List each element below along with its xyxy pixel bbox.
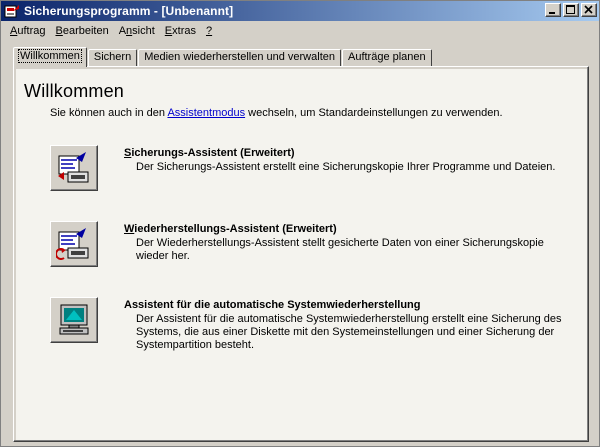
menu-bearbeiten[interactable]: Bearbeiten [50, 23, 113, 40]
menu-extras[interactable]: Extras [160, 23, 201, 40]
minimize-icon [549, 12, 555, 14]
restore-wizard-icon [56, 228, 89, 260]
restore-wizard-title[interactable]: Wiederherstellungs-Assistent (Erweitert) [124, 223, 337, 235]
backup-app-icon [4, 3, 20, 19]
backup-wizard-description: Der Sicherungs-Assistent erstellt eine S… [136, 161, 556, 173]
page-title: Willkommen [24, 81, 125, 101]
system-recovery-button[interactable] [50, 297, 98, 343]
close-icon [584, 5, 593, 14]
intro-text: Sie können auch in den Assistentmodus we… [50, 107, 503, 119]
restore-wizard-button[interactable] [50, 221, 98, 267]
tab-sichern[interactable]: Sichern [87, 49, 138, 66]
minimize-button[interactable] [545, 3, 561, 17]
tab-medien[interactable]: Medien wiederherstellen und verwalten [138, 49, 341, 66]
main-window: Sicherungsprogramm - [Unbenannt] Auftrag… [0, 0, 600, 447]
tab-auftraege[interactable]: Aufträge planen [341, 49, 432, 66]
maximize-button[interactable] [563, 3, 579, 17]
backup-wizard-title[interactable]: Sicherungs-Assistent (Erweitert) [124, 147, 295, 159]
tab-willkommen[interactable]: Willkommen [13, 47, 87, 67]
menu-bar: Auftrag Bearbeiten Ansicht Extras ? [1, 22, 599, 41]
option-restore-wizard: Wiederherstellungs-Assistent (Erweitert)… [50, 221, 580, 273]
tab-strip: Willkommen Sichern Medien wiederherstell… [13, 47, 433, 67]
backup-wizard-icon [58, 152, 89, 183]
welcome-page: Willkommen Sie können auch in den Assist… [16, 69, 587, 440]
close-button[interactable] [581, 3, 597, 17]
tab-panel: Willkommen Sie können auch in den Assist… [13, 66, 589, 442]
option-backup-wizard: Sicherungs-Assistent (Erweitert) Der Sic… [50, 145, 580, 197]
system-recovery-description: Der Assistent für die automatische Syste… [136, 313, 562, 351]
system-recovery-title[interactable]: Assistent für die automatische Systemwie… [124, 299, 420, 311]
menu-help[interactable]: ? [201, 23, 217, 40]
assistant-mode-link[interactable]: Assistentmodus [167, 107, 245, 119]
menu-ansicht[interactable]: Ansicht [114, 23, 160, 40]
maximize-icon [566, 5, 575, 14]
menu-auftrag[interactable]: Auftrag [5, 23, 50, 40]
restore-wizard-description: Der Wiederherstellungs-Assistent stellt … [136, 237, 544, 262]
system-recovery-icon [59, 304, 89, 335]
window-title: Sicherungsprogramm - [Unbenannt] [24, 4, 234, 18]
title-bar[interactable]: Sicherungsprogramm - [Unbenannt] [1, 1, 599, 21]
backup-wizard-button[interactable] [50, 145, 98, 191]
option-system-recovery: Assistent für die automatische Systemwie… [50, 297, 580, 367]
